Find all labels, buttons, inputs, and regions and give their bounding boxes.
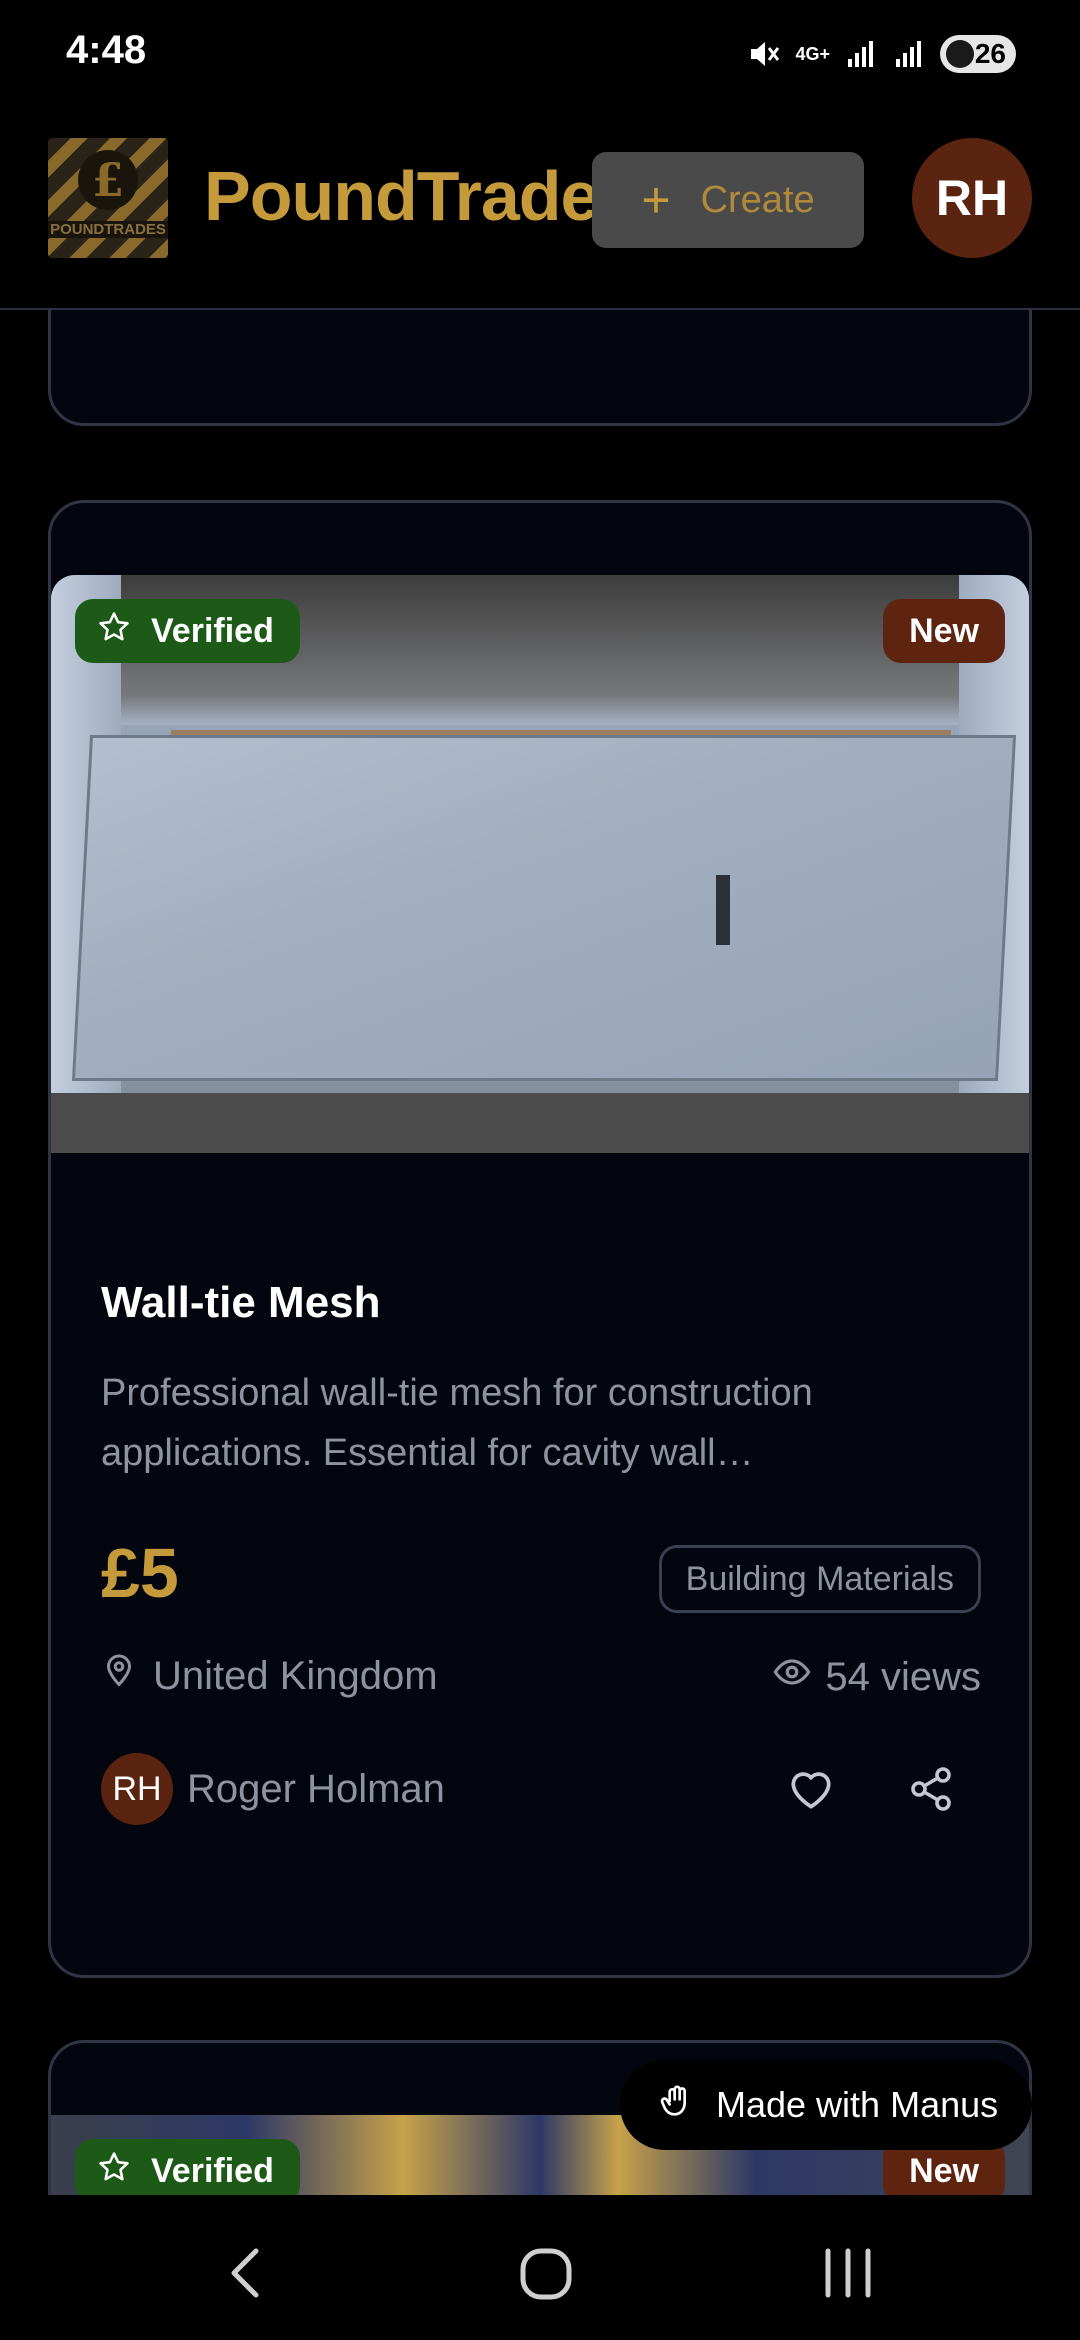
recent-apps-icon[interactable] <box>822 2245 874 2306</box>
new-badge: New <box>883 599 1005 663</box>
heart-icon <box>786 1764 836 1819</box>
listing-location: United Kingdom <box>101 1653 438 1699</box>
status-time: 4:48 <box>66 28 147 72</box>
home-icon[interactable] <box>520 2245 572 2306</box>
category-tag[interactable]: Building Materials <box>658 1545 981 1613</box>
status-icons: 4G+ 26 <box>747 30 1016 78</box>
next-verified-label: Verified <box>151 2151 274 2190</box>
seller-name[interactable]: Roger Holman <box>187 1767 445 1812</box>
plus-icon: + <box>641 172 671 228</box>
back-icon[interactable] <box>222 2245 268 2306</box>
system-nav-bar <box>0 2195 1080 2340</box>
listing-card[interactable]: Verified New Wall-tie Mesh Professional … <box>48 500 1032 1978</box>
made-with-label: Made with Manus <box>716 2084 999 2125</box>
share-button[interactable] <box>901 1761 961 1821</box>
battery-indicator: 26 <box>940 35 1016 73</box>
brand-name[interactable]: PoundTrade <box>204 156 599 236</box>
previous-listing-card[interactable] <box>48 310 1032 426</box>
create-button[interactable]: + Create <box>592 152 864 248</box>
listing-price: £5 <box>101 1534 179 1612</box>
location-text: United Kingdom <box>153 1653 438 1698</box>
logo-text: POUNDTRADES <box>48 221 168 238</box>
status-bar: 4:48 4G+ 26 <box>0 0 1080 108</box>
share-icon <box>907 1765 955 1818</box>
battery-saver-icon <box>946 40 974 68</box>
listing-image[interactable]: Verified New <box>51 575 1029 1153</box>
listing-title[interactable]: Wall-tie Mesh <box>101 1278 381 1328</box>
seller-info[interactable]: RH Roger Holman <box>101 1753 445 1825</box>
listing-description: Professional wall-tie mesh for construct… <box>101 1372 813 1474</box>
image-mesh-sheet <box>71 735 1017 1081</box>
network-type: 4G+ <box>795 43 830 64</box>
listing-views: 54 views <box>773 1653 981 1701</box>
image-stamp <box>716 875 730 945</box>
signal-icon-2 <box>892 37 926 71</box>
map-pin-icon <box>101 1653 137 1699</box>
star-icon <box>97 610 131 653</box>
made-with-manus-badge[interactable]: Made with Manus <box>620 2060 1032 2150</box>
verified-badge: Verified <box>75 599 300 663</box>
pound-logo-icon: £ <box>78 150 138 210</box>
like-button[interactable] <box>781 1761 841 1821</box>
app-logo[interactable]: £ POUNDTRADES <box>48 138 168 258</box>
views-text: 54 views <box>825 1654 981 1699</box>
signal-icon <box>844 37 878 71</box>
app-header: £ POUNDTRADES PoundTrade + Create RH <box>0 108 1080 310</box>
seller-avatar[interactable]: RH <box>101 1753 173 1825</box>
listing-feed[interactable]: Verified New Wall-tie Mesh Professional … <box>0 310 1080 2195</box>
user-avatar[interactable]: RH <box>912 138 1032 258</box>
next-verified-badge: Verified <box>75 2139 300 2195</box>
star-icon <box>97 2150 131 2193</box>
image-frame-bottom <box>51 1093 1029 1153</box>
eye-icon <box>773 1653 811 1701</box>
battery-level: 26 <box>974 38 1006 69</box>
verified-label: Verified <box>151 611 274 650</box>
create-label: Create <box>700 178 815 221</box>
mute-icon <box>747 37 781 71</box>
manus-hand-icon <box>658 2081 698 2130</box>
